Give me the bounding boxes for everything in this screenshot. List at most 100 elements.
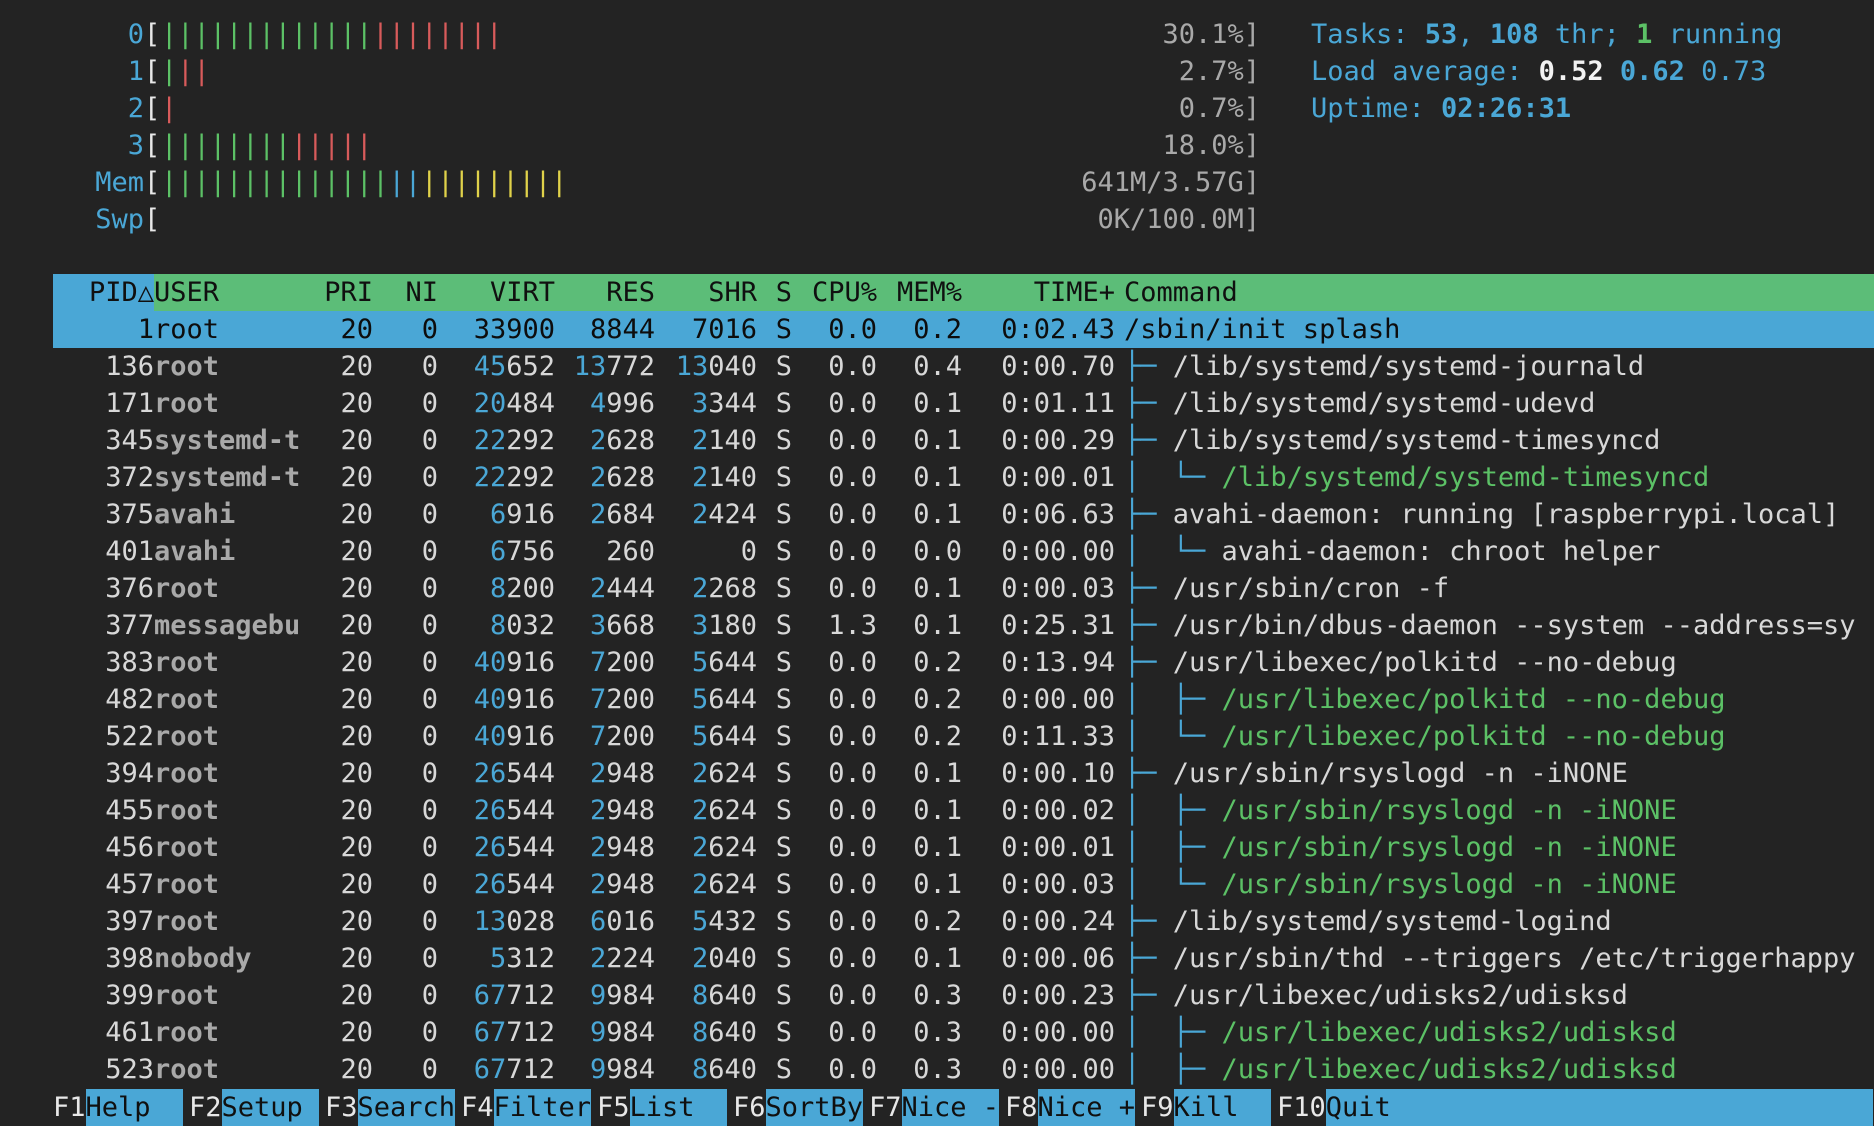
cell-mem: 0.2 — [913, 647, 962, 678]
command-text: /usr/libexec/polkitd --no-debug — [1221, 684, 1726, 715]
table-row[interactable]: 345 systemd-t 20 0 22292 2628 2140 S 0.0 0.1 0:00.… — [53, 422, 1874, 459]
table-row[interactable]: 377 messagebu 20 0 8032 3668 3180 S 1.3 0.1 0:25.3… — [53, 607, 1874, 644]
table-row[interactable]: 456 root 20 0 26544 2948 2624 S 0.0 0.1 0:00.01 │ ├… — [53, 829, 1874, 866]
cell-shr: 2624 — [655, 829, 757, 866]
cell-shr-thousands: 2 — [691, 943, 709, 974]
header-user[interactable]: USER — [154, 274, 219, 311]
cell-user: root — [154, 1054, 220, 1085]
cell-shr-units: 040 — [708, 351, 757, 382]
table-row[interactable]: 399 root 20 0 67712 9984 8640 S 0.0 0.3 0:00.23 ├─ … — [53, 977, 1874, 1014]
cell-shr: 2424 — [655, 496, 757, 533]
table-row[interactable]: 1 root 20 0 33900 8844 7016 S 0.0 0.2 0:02.43/sbin… — [53, 311, 1874, 348]
cell-cpu: 0.0 — [828, 647, 877, 678]
cell-shr-thousands: 2 — [691, 832, 709, 863]
cell-virt-units: 916 — [506, 499, 555, 530]
fkey-f8-button[interactable]: F8Nice + — [1005, 1089, 1136, 1126]
cell-pri: 20 — [340, 499, 373, 530]
cell-pri: 20 — [340, 314, 373, 345]
table-row[interactable]: 383 root 20 0 40916 7200 5644 S 0.0 0.2 0:13.94 ├─ … — [53, 644, 1874, 681]
table-row[interactable]: 398 nobody 20 0 5312 2224 2040 S 0.0 0.1 0:00.06 ├─… — [53, 940, 1874, 977]
cell-command: │ ├─ /usr/libexec/polkitd --no-debug — [1124, 681, 1725, 718]
header-cpu[interactable]: CPU% — [792, 274, 877, 311]
cell-shr-units: 040 — [708, 943, 757, 974]
cell-res-units: 200 — [606, 721, 655, 752]
fkey-f5-button[interactable]: F5List — [597, 1089, 728, 1126]
fkey-f1-button[interactable]: F1Help — [53, 1089, 184, 1126]
cpu-1-meter-label: 1 — [127, 56, 144, 87]
table-row[interactable]: 482 root 20 0 40916 7200 5644 S 0.0 0.2 0:00.00 │ ├… — [53, 681, 1874, 718]
cell-res-thousands: 2 — [589, 869, 607, 900]
header-pid[interactable]: PID△ — [53, 274, 154, 311]
swp-meter: Swp[0K/100.0M] — [0, 201, 1260, 238]
header-pri[interactable]: PRI — [308, 274, 373, 311]
table-row[interactable]: 397 root 20 0 13028 6016 5432 S 0.0 0.2 0:00.24 ├─ … — [53, 903, 1874, 940]
fkey-f6-button[interactable]: F6SortBy — [733, 1089, 864, 1126]
cell-shr-thousands: 2 — [691, 758, 709, 789]
table-row[interactable]: 455 root 20 0 26544 2948 2624 S 0.0 0.1 0:00.02 │ ├… — [53, 792, 1874, 829]
cell-res-units: 772 — [606, 351, 655, 382]
fkey-f3-button[interactable]: F3Search — [325, 1089, 456, 1126]
cpu-1-meter-segment: || — [177, 56, 210, 87]
cell-shr-units: 624 — [708, 869, 757, 900]
cell-shr-units: 624 — [708, 758, 757, 789]
table-row[interactable]: 401 avahi 20 0 6756 260 0 S 0.0 0.0 0:00.00 │ └─ av… — [53, 533, 1874, 570]
cell-command: │ ├─ /usr/libexec/udisks2/udisksd — [1124, 1051, 1677, 1088]
cell-time: 0:00.00 — [1001, 684, 1115, 715]
table-row[interactable]: 394 root 20 0 26544 2948 2624 S 0.0 0.1 0:00.10 ├─ … — [53, 755, 1874, 792]
cell-shr: 0 — [740, 536, 757, 567]
cell-virt-units: 028 — [506, 906, 555, 937]
fkey-f9-button[interactable]: F9Kill — [1141, 1089, 1272, 1126]
cell-pri: 20 — [340, 1017, 373, 1048]
cpu-1-meter-value: 2.7%] — [1178, 56, 1260, 87]
fkey-f2-button[interactable]: F2Setup — [189, 1089, 320, 1126]
cell-time: 0:00.00 — [1001, 1054, 1115, 1085]
fkey-f7-button[interactable]: F7Nice - — [869, 1089, 1000, 1126]
header-shr[interactable]: SHR — [655, 274, 757, 311]
header-res[interactable]: RES — [555, 274, 655, 311]
table-row[interactable]: 522 root 20 0 40916 7200 5644 S 0.0 0.2 0:11.33 │ └… — [53, 718, 1874, 755]
cell-s: S — [775, 721, 792, 752]
cell-time: 0:00.01 — [1001, 832, 1115, 863]
fkey-f4-button[interactable]: F4Filter — [461, 1089, 592, 1126]
mem-meter-value: 641M/3.57G] — [1081, 167, 1260, 198]
table-row[interactable]: 457 root 20 0 26544 2948 2624 S 0.0 0.1 0:00.03 │ └… — [53, 866, 1874, 903]
header-virt[interactable]: VIRT — [438, 274, 555, 311]
cell-virt: 67712 — [438, 977, 555, 1014]
header-mem[interactable]: MEM% — [877, 274, 962, 311]
header-time[interactable]: TIME+ — [962, 274, 1115, 311]
cell-res: 2948 — [555, 866, 655, 903]
tree-branch: │ └─ — [1124, 536, 1222, 567]
fkey-f10-button[interactable]: F10Quit — [1277, 1089, 1873, 1126]
cpu-0-meter-bracket: [ — [144, 19, 161, 50]
table-row[interactable]: 171 root 20 0 20484 4996 3344 S 0.0 0.1 0:01.11 ├─ … — [53, 385, 1874, 422]
header-state[interactable]: S — [757, 274, 792, 311]
cell-cpu: 0.0 — [828, 795, 877, 826]
cell-shr-units: 624 — [708, 795, 757, 826]
header-ni[interactable]: NI — [373, 274, 438, 311]
table-row[interactable]: 523 root 20 0 67712 9984 8640 S 0.0 0.3 0:00.00 │ ├… — [53, 1051, 1874, 1088]
cell-shr-thousands: 3 — [691, 610, 709, 641]
cell-shr-thousands: 2 — [691, 499, 709, 530]
cell-virt: 40916 — [438, 718, 555, 755]
header-command[interactable]: Command — [1124, 274, 1238, 311]
table-row[interactable]: 461 root 20 0 67712 9984 8640 S 0.0 0.3 0:00.00 │ ├… — [53, 1014, 1874, 1051]
table-row[interactable]: 375 avahi 20 0 6916 2684 2424 S 0.0 0.1 0:06.63 ├─ … — [53, 496, 1874, 533]
command-text: /sbin/init splash — [1124, 314, 1401, 345]
cell-virt-units: 544 — [506, 795, 555, 826]
load-15: 0.73 — [1701, 56, 1767, 87]
cell-virt: 67712 — [438, 1014, 555, 1051]
table-row[interactable]: 372 systemd-t 20 0 22292 2628 2140 S 0.0 0.1 0:00.… — [53, 459, 1874, 496]
cpu-3-meter-label: 3 — [127, 130, 144, 161]
table-row[interactable]: 136 root 20 0 45652 13772 13040 S 0.0 0.4 0:00.70 ├… — [53, 348, 1874, 385]
cell-shr: 13040 — [655, 348, 757, 385]
cell-pri: 20 — [340, 610, 373, 641]
cell-shr-thousands: 8 — [691, 1017, 709, 1048]
cell-command: ├─ /usr/libexec/udisks2/udisksd — [1124, 977, 1628, 1014]
cell-res: 2684 — [555, 496, 655, 533]
command-text: /usr/sbin/thd --triggers /etc/triggerhap… — [1172, 943, 1856, 974]
cell-shr-thousands: 5 — [691, 684, 709, 715]
cell-shr-units: 644 — [708, 721, 757, 752]
table-row[interactable]: 376 root 20 0 8200 2444 2268 S 0.0 0.1 0:00.03 ├─ /… — [53, 570, 1874, 607]
cell-cpu: 0.0 — [828, 943, 877, 974]
tree-branch: │ ├─ — [1124, 1054, 1222, 1085]
